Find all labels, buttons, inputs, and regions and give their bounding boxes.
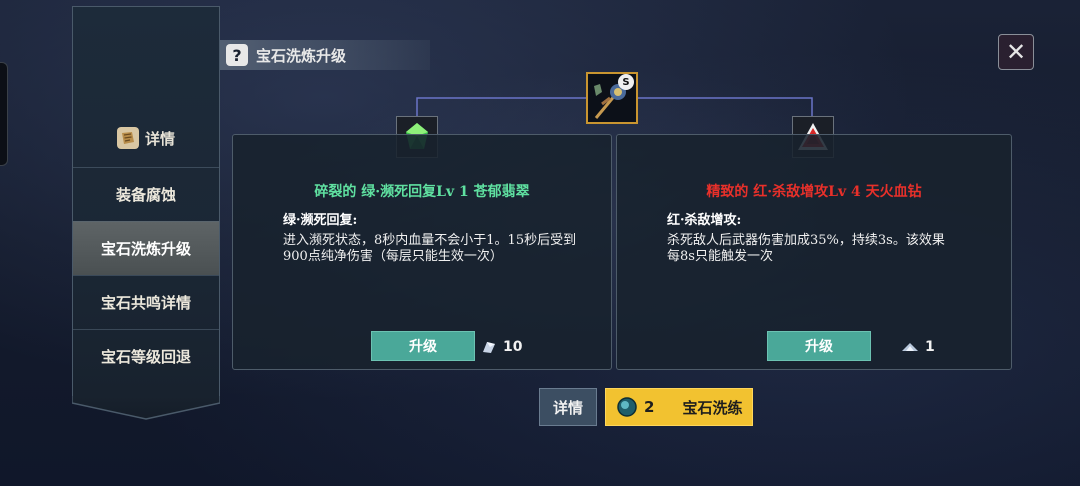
upgrade-cost-value: 1 [925,339,935,355]
gem-card-subtitle: 绿·濒死回复: [283,213,358,228]
refine-stone-icon [617,397,637,417]
gem-card-description: 进入濒死状态，8秒内血量不会小于1。15秒后受到900点纯净伤害（每层只能生效一… [283,233,577,264]
upgrade-cost: 1 [901,339,935,355]
upgrade-cost-value: 10 [503,339,523,355]
crystal-shard-icon [902,343,918,351]
upgrade-button[interactable]: 升级 [767,331,871,361]
upgrade-cost: 10 [481,339,522,355]
gem-card-red: 精致的 红·杀敌增攻Lv 4 天火血钻 红·杀敌增攻: 杀死敌人后武器伤害加成3… [616,134,1012,370]
gem-card-description: 杀死敌人后武器伤害加成35%，持续3s。该效果每8s只能触发一次 [667,233,945,264]
details-button[interactable]: 详情 [539,388,597,426]
refine-stone-count: 2 [644,398,655,416]
gem-card-title: 精致的 红·杀敌增攻Lv 4 天火血钻 [706,184,922,200]
upgrade-button[interactable]: 升级 [371,331,475,361]
rank-badge: S [618,74,634,90]
equipped-weapon-slot[interactable]: S [586,72,638,124]
gem-refine-label: 宝石洗练 [682,398,743,417]
gem-card-title: 碎裂的 绿·濒死回复Lv 1 苍郁翡翠 [314,184,530,200]
gem-card-subtitle: 红·杀敌增攻: [667,213,742,228]
gem-card-green: 碎裂的 绿·濒死回复Lv 1 苍郁翡翠 绿·濒死回复: 进入濒死状态，8秒内血量… [232,134,612,370]
crystal-shard-icon [483,342,495,353]
gem-refine-button[interactable]: 2 宝石洗练 [605,388,753,426]
